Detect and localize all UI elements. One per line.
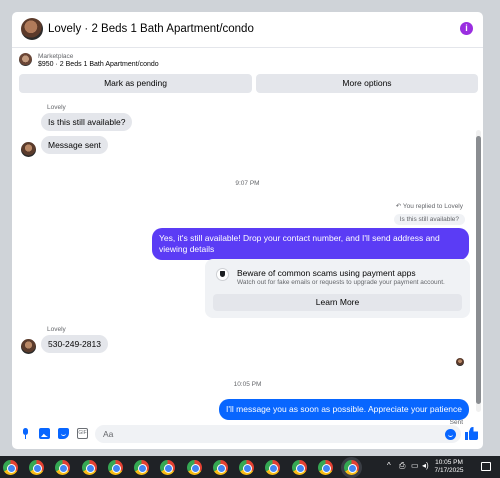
- chrome-icon[interactable]: [82, 460, 97, 475]
- volume-icon[interactable]: ◂): [422, 461, 429, 470]
- taskbar: ^ ⎙ ▭ ◂) 10:05 PM 7/17/2025: [0, 456, 500, 478]
- replied-label: ↶ You replied to Lovely: [396, 202, 463, 210]
- chrome-icon[interactable]: [134, 460, 149, 475]
- scrollbar[interactable]: [476, 130, 481, 412]
- info-icon[interactable]: i: [460, 22, 473, 35]
- clock-date: 7/17/2025: [434, 467, 464, 474]
- incoming-message[interactable]: Is this still available?: [41, 113, 133, 131]
- timestamp: 10:05 PM: [233, 381, 262, 388]
- notification-icon[interactable]: [481, 462, 491, 471]
- chrome-icon[interactable]: [265, 460, 280, 475]
- system-clock[interactable]: 10:05 PM 7/17/2025: [432, 459, 466, 475]
- avatar[interactable]: [21, 142, 36, 157]
- chrome-icon[interactable]: [3, 460, 18, 475]
- scrollbar-thumb[interactable]: [476, 136, 481, 404]
- composer: GIF: [12, 419, 483, 449]
- chrome-icon[interactable]: [213, 460, 228, 475]
- chrome-icon[interactable]: [160, 460, 175, 475]
- chrome-icon[interactable]: [187, 460, 202, 475]
- network-icon[interactable]: ▭: [411, 461, 419, 470]
- scam-warning-title: Beware of common scams using payment app…: [237, 268, 416, 278]
- chat-header: Lovely · 2 Beds 1 Bath Apartment/condo i: [12, 12, 483, 48]
- learn-more-button[interactable]: Learn More: [213, 294, 462, 311]
- more-options-button[interactable]: More options: [256, 74, 478, 93]
- replied-text: You replied to Lovely: [402, 203, 463, 210]
- mark-pending-button[interactable]: Mark as pending: [19, 74, 252, 93]
- gif-icon[interactable]: GIF: [77, 428, 88, 439]
- chrome-icon[interactable]: [108, 460, 123, 475]
- tray-chevron-icon[interactable]: ^: [387, 461, 391, 470]
- sender-name: Lovely: [47, 326, 66, 333]
- outgoing-message[interactable]: Yes, it's still available! Drop your con…: [152, 228, 469, 260]
- reply-arrow-icon: ↶: [395, 203, 403, 210]
- chat-window: Lovely · 2 Beds 1 Bath Apartment/condo i…: [11, 11, 484, 450]
- listing-thumbnail: [19, 53, 32, 66]
- incoming-message[interactable]: 530-249-2813: [41, 335, 108, 353]
- scam-warning-card: Beware of common scams using payment app…: [205, 259, 470, 318]
- printer-icon[interactable]: ⎙: [399, 461, 405, 471]
- listing-banner[interactable]: Marketplace $950 · 2 Beds 1 Bath Apartme…: [12, 49, 483, 73]
- avatar[interactable]: [21, 18, 43, 40]
- clock-time: 10:05 PM: [435, 459, 463, 466]
- listing-description: $950 · 2 Beds 1 Bath Apartment/condo: [38, 61, 159, 68]
- photo-icon[interactable]: [39, 428, 50, 439]
- emoji-icon[interactable]: [445, 429, 456, 440]
- conversation-title[interactable]: Lovely · 2 Beds 1 Bath Apartment/condo: [48, 23, 254, 35]
- outgoing-message[interactable]: I'll message you as soon as possible. Ap…: [219, 399, 469, 420]
- chrome-icon[interactable]: [292, 460, 307, 475]
- sender-name: Lovely: [47, 104, 66, 111]
- message-input[interactable]: [95, 425, 461, 443]
- shield-icon: [216, 268, 229, 281]
- scam-warning-subtitle: Watch out for fake emails or requests to…: [237, 279, 445, 286]
- sticker-icon[interactable]: [58, 428, 69, 439]
- chrome-icon[interactable]: [55, 460, 70, 475]
- seen-avatar: [456, 358, 464, 366]
- avatar[interactable]: [21, 339, 36, 354]
- chrome-icon[interactable]: [318, 460, 333, 475]
- listing-tag: Marketplace: [38, 53, 74, 60]
- message-thread: Lovely Is this still available? Message …: [12, 96, 483, 426]
- chrome-icon[interactable]: [239, 460, 254, 475]
- chrome-icon[interactable]: [344, 460, 359, 475]
- thumbs-up-icon[interactable]: [465, 427, 478, 440]
- chrome-icon[interactable]: [29, 460, 44, 475]
- incoming-message[interactable]: Message sent: [41, 136, 108, 154]
- mic-icon[interactable]: [20, 428, 31, 439]
- quoted-message[interactable]: Is this still available?: [393, 214, 465, 225]
- timestamp: 9:07 PM: [235, 180, 260, 187]
